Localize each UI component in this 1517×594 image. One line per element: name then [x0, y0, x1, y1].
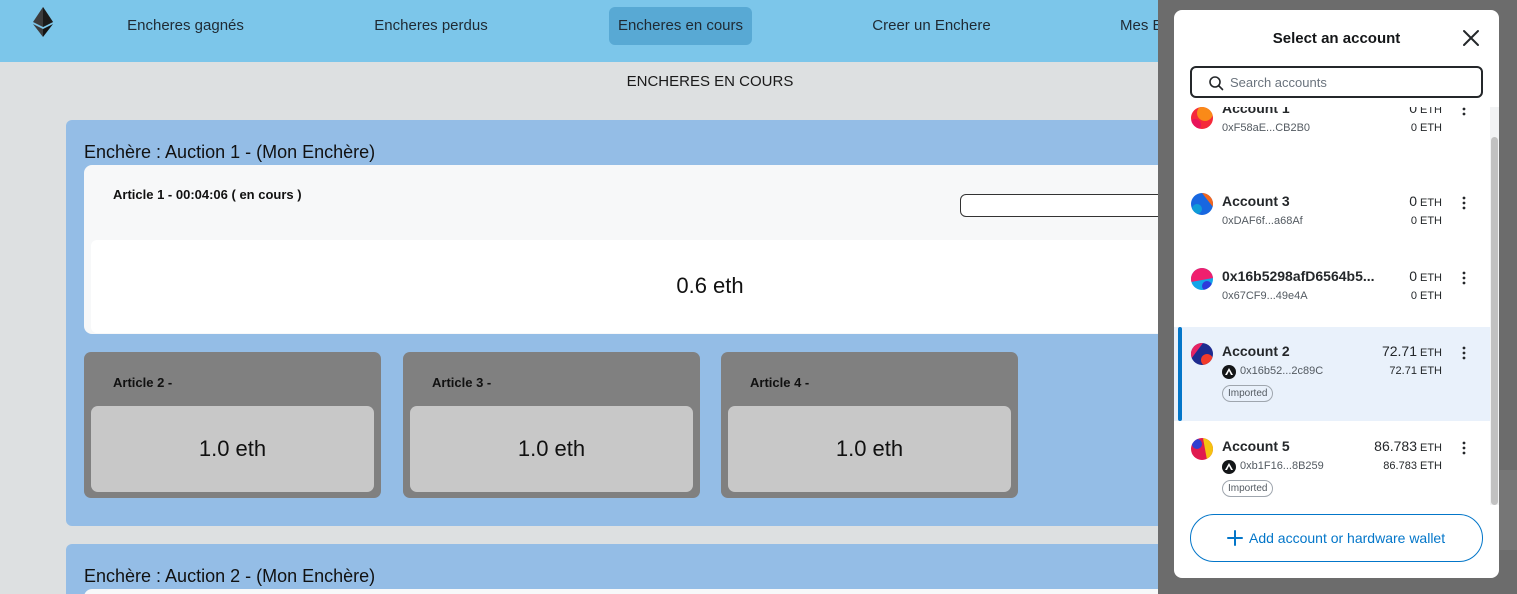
account-address: 0xDAF6f...a68Af	[1222, 215, 1303, 227]
balance-unit: ETH	[1420, 107, 1442, 116]
article-price-box: 1.0 eth	[91, 406, 374, 492]
account-avatar	[1191, 107, 1213, 129]
article-price-box: 1.0 eth	[410, 406, 693, 492]
account-avatar	[1191, 193, 1213, 215]
account-secondary-balance: 72.71 ETH	[1389, 365, 1442, 377]
account-name: Account 2	[1222, 343, 1290, 359]
account-balance: 86.783 ETH	[1374, 438, 1442, 454]
nav-creer-un-enchere[interactable]: Creer un Enchere	[864, 7, 999, 45]
auction-title: Enchère : Auction 2 - (Mon Enchère)	[84, 566, 376, 586]
balance-unit: ETH	[1420, 347, 1442, 359]
scrollbar-thumb[interactable]	[1491, 137, 1498, 505]
account-item[interactable]: 0x16b5298afD6564b5... 0x67CF9...49e4A 0E…	[1174, 252, 1490, 327]
account-selector-modal: Select an account Account 1 0xF58aE...CB…	[1174, 10, 1499, 578]
imported-badge: Imported	[1222, 480, 1274, 497]
account-secondary-balance: 0 ETH	[1410, 290, 1442, 302]
current-price-box: 0.6 eth	[91, 240, 1271, 333]
account-name: Account 5	[1222, 438, 1290, 454]
search-input[interactable]	[1230, 72, 1470, 92]
ethereum-logo-icon[interactable]	[33, 7, 53, 37]
account-address: 0xF58aE...CB2B0	[1222, 122, 1311, 134]
current-article-label: Article 1 - 00:04:06 ( en cours )	[113, 187, 302, 202]
balance-value: 86.783	[1374, 438, 1417, 454]
article-label: Article 2 -	[113, 375, 173, 390]
account-item[interactable]: Account 5 0xb1F16...8B259 Imported 86.78…	[1174, 422, 1490, 505]
current-article-card: Article 1 - 00:04:06 ( en cours ) 0.6 et…	[84, 165, 1280, 334]
account-balance: 0 ETH	[1409, 107, 1442, 116]
more-options-icon[interactable]	[1462, 196, 1466, 210]
account-name: Account 3	[1222, 193, 1290, 209]
search-icon	[1209, 76, 1224, 91]
article-label: Article 3 -	[432, 375, 492, 390]
account-secondary-balance: 86.783 ETH	[1383, 460, 1442, 472]
account-name: Account 1	[1222, 107, 1290, 116]
imported-badge: Imported	[1222, 385, 1274, 402]
account-address: 0x16b52...2c89C	[1240, 365, 1324, 377]
account-secondary-balance: 0 ETH	[1410, 122, 1442, 134]
current-article-price: 0.6 eth	[676, 273, 744, 298]
account-list[interactable]: Account 1 0xF58aE...CB2B0 0 ETH 0 ETH Acc…	[1174, 107, 1490, 505]
network-icon	[1222, 365, 1236, 379]
account-item[interactable]: Account 3 0xDAF6f...a68Af 0 ETH 0 ETH	[1174, 177, 1490, 252]
account-avatar	[1191, 438, 1213, 460]
account-name: 0x16b5298afD6564b5...	[1222, 268, 1375, 284]
article-card[interactable]: Article 2 - 1.0 eth	[84, 352, 381, 498]
add-account-label: Add account or hardware wallet	[1249, 530, 1446, 546]
article-card[interactable]: Article 3 - 1.0 eth	[403, 352, 700, 498]
account-address: 0x67CF9...49e4A	[1222, 290, 1308, 302]
balance-unit: ETH	[1420, 197, 1442, 209]
account-list-scrollbar[interactable]	[1490, 107, 1499, 505]
balance-value: 72.71	[1381, 343, 1417, 359]
account-balance: 0 ETH	[1409, 268, 1442, 284]
modal-title: Select an account	[1272, 30, 1401, 47]
close-icon[interactable]	[1461, 28, 1481, 48]
search-field[interactable]	[1190, 66, 1483, 98]
balance-value: 0	[1409, 268, 1417, 284]
plus-icon	[1227, 530, 1243, 546]
account-item[interactable]: Account 1 0xF58aE...CB2B0 0 ETH 0 ETH	[1174, 107, 1490, 164]
selected-indicator	[1178, 327, 1182, 421]
balance-unit: ETH	[1420, 442, 1442, 454]
auction-card: Enchère : Auction 2 - (Mon Enchère)	[66, 544, 1266, 594]
add-account-button[interactable]: Add account or hardware wallet	[1190, 514, 1483, 562]
next-article-card	[84, 589, 1264, 594]
account-secondary-balance: 0 ETH	[1410, 215, 1442, 227]
account-balance: 0 ETH	[1409, 193, 1442, 209]
article-card[interactable]: Article 4 - 1.0 eth	[721, 352, 1018, 498]
article-price: 1.0 eth	[835, 436, 904, 461]
network-icon	[1222, 460, 1236, 474]
nav-encheres-gagnes[interactable]: Encheres gagnés	[118, 7, 253, 45]
account-avatar	[1191, 343, 1213, 365]
more-options-icon[interactable]	[1462, 271, 1466, 285]
more-options-icon[interactable]	[1462, 441, 1466, 455]
auction-title: Enchère : Auction 1 - (Mon Enchère)	[84, 142, 376, 162]
account-address: 0xb1F16...8B259	[1240, 460, 1324, 472]
more-options-icon[interactable]	[1462, 107, 1466, 116]
account-balance: 72.71 ETH	[1382, 343, 1442, 359]
article-label: Article 4 -	[750, 375, 810, 390]
balance-unit: ETH	[1420, 272, 1442, 284]
balance-value: 0	[1409, 107, 1417, 116]
account-avatar	[1191, 268, 1213, 290]
nav-encheres-perdus[interactable]: Encheres perdus	[366, 7, 496, 45]
nav-encheres-en-cours[interactable]: Encheres en cours	[609, 7, 752, 45]
article-price: 1.0 eth	[517, 436, 586, 461]
article-price-box: 1.0 eth	[728, 406, 1011, 492]
more-options-icon[interactable]	[1462, 346, 1466, 360]
balance-value: 0	[1409, 193, 1417, 209]
article-price: 1.0 eth	[198, 436, 267, 461]
account-item-selected[interactable]: Account 2 0x16b52...2c89C Imported 72.71…	[1174, 327, 1490, 421]
